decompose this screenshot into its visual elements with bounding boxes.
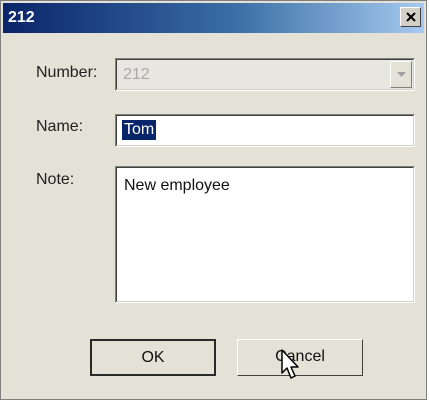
- name-label: Name:: [36, 118, 84, 135]
- window-title: 212: [8, 9, 35, 26]
- note-label: Note:: [36, 171, 75, 188]
- title-bar[interactable]: 212: [3, 3, 424, 33]
- note-textarea[interactable]: New employee: [115, 166, 415, 303]
- number-label: Number:: [36, 64, 98, 81]
- name-value-selected: Tom: [122, 120, 157, 140]
- name-input[interactable]: Tom: [115, 114, 415, 147]
- close-button[interactable]: [400, 7, 421, 27]
- close-icon: [406, 12, 416, 22]
- dialog-window: 212 Number: 212 Name: Tom Note: New empl…: [0, 0, 427, 400]
- mouse-pointer-icon: [281, 349, 299, 379]
- chevron-down-icon: [397, 72, 406, 77]
- note-value: New employee: [124, 177, 230, 194]
- number-dropdown-button[interactable]: [390, 61, 412, 88]
- number-value: 212: [123, 66, 150, 83]
- number-combobox[interactable]: 212: [115, 58, 415, 91]
- ok-button[interactable]: OK: [90, 339, 216, 376]
